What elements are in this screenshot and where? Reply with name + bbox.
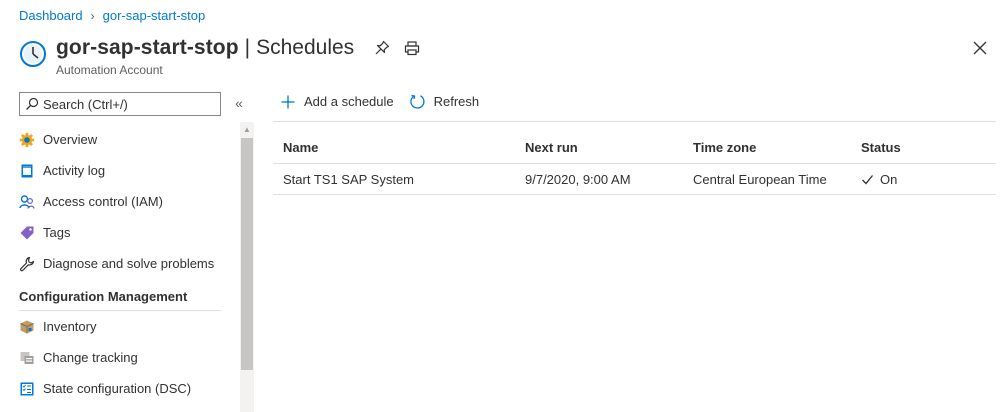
column-header-time-zone[interactable]: Time zone <box>693 140 756 155</box>
resource-type-label: Automation Account <box>56 63 163 77</box>
pin-icon[interactable] <box>374 40 390 56</box>
status-label: On <box>880 171 898 187</box>
scroll-up-arrow-icon[interactable]: ▲ <box>240 124 254 136</box>
sidebar-item-change-tracking[interactable]: Change tracking <box>19 342 221 373</box>
schedules-table: Name Next run Time zone Status Start TS1… <box>273 131 996 195</box>
command-bar: Add a schedule Refresh <box>280 93 479 110</box>
close-icon[interactable] <box>972 40 988 56</box>
sidebar-item-label: Access control (IAM) <box>43 194 163 209</box>
box-icon <box>20 320 34 333</box>
collapse-menu-icon[interactable]: « <box>231 95 247 111</box>
cell-next-run: 9/7/2020, 9:00 AM <box>525 171 631 187</box>
sidebar-scrollbar[interactable]: ▲ <box>240 122 254 412</box>
sidebar-item-label: Overview <box>43 132 98 147</box>
sidebar-item-diagnose[interactable]: Diagnose and solve problems <box>19 248 221 279</box>
print-icon[interactable] <box>404 40 420 56</box>
clock-icon <box>20 41 46 67</box>
wrench-icon <box>19 256 35 271</box>
checkmark-icon <box>862 174 874 184</box>
log-icon <box>21 164 33 177</box>
page-subtitle-schedules: Schedules <box>256 36 355 59</box>
column-header-next-run[interactable]: Next run <box>525 140 578 155</box>
table-row[interactable]: Start TS1 SAP System 9/7/2020, 9:00 AM C… <box>273 164 996 195</box>
cell-time-zone: Central European Time <box>693 171 827 187</box>
sidebar-item-label: Change tracking <box>43 350 138 365</box>
sidebar-item-activity-log[interactable]: Activity log <box>19 155 221 186</box>
title-separator: | <box>244 36 251 59</box>
sidebar-item-state-configuration[interactable]: State configuration (DSC) <box>19 373 221 404</box>
sidebar-item-label: Tags <box>43 225 71 240</box>
sidebar-item-overview[interactable]: Overview <box>19 124 221 155</box>
sidebar-item-label: Diagnose and solve problems <box>43 256 215 271</box>
toolbar-divider <box>273 121 996 122</box>
tag-icon <box>20 226 34 239</box>
page-header: gor-sap-start-stop | Schedules Automatio… <box>19 36 420 77</box>
search-icon <box>26 97 39 110</box>
sidebar-item-label: Activity log <box>43 163 106 178</box>
page-title: gor-sap-start-stop <box>56 36 239 59</box>
sidebar-item-label: State configuration (DSC) <box>43 381 192 396</box>
search-input[interactable] <box>43 96 213 112</box>
chevron-right-icon: › <box>90 8 95 23</box>
sidebar-item-label: Inventory <box>43 319 97 334</box>
sidebar-item-inventory[interactable]: Inventory <box>19 311 221 342</box>
plus-icon <box>281 95 295 108</box>
scroll-thumb[interactable] <box>241 138 253 370</box>
add-schedule-button[interactable]: Add a schedule <box>280 94 394 110</box>
refresh-label: Refresh <box>433 94 480 109</box>
cell-name[interactable]: Start TS1 SAP System <box>273 172 525 187</box>
add-schedule-label: Add a schedule <box>304 94 394 109</box>
cell-status: On <box>861 172 981 187</box>
breadcrumb-resource[interactable]: gor-sap-start-stop <box>103 8 206 23</box>
breadcrumb-dashboard[interactable]: Dashboard <box>19 8 83 23</box>
search-box[interactable] <box>19 92 221 116</box>
column-header-status[interactable]: Status <box>861 140 901 155</box>
sidebar-section-header: Configuration Management <box>19 288 221 311</box>
table-header-row: Name Next run Time zone Status <box>273 131 996 164</box>
column-header-name[interactable]: Name <box>283 140 318 155</box>
gear-icon <box>19 132 35 147</box>
refresh-button[interactable]: Refresh <box>409 93 480 110</box>
checklist-icon <box>20 382 34 395</box>
breadcrumb: Dashboard › gor-sap-start-stop <box>19 8 205 23</box>
refresh-icon <box>409 94 425 109</box>
sidebar-item-tags[interactable]: Tags <box>19 217 221 248</box>
sidebar-nav: Overview Activity log Access control (IA… <box>19 124 221 404</box>
sidebar-item-access-control[interactable]: Access control (IAM) <box>19 186 221 217</box>
change-icon <box>20 351 34 364</box>
people-icon <box>19 194 35 209</box>
